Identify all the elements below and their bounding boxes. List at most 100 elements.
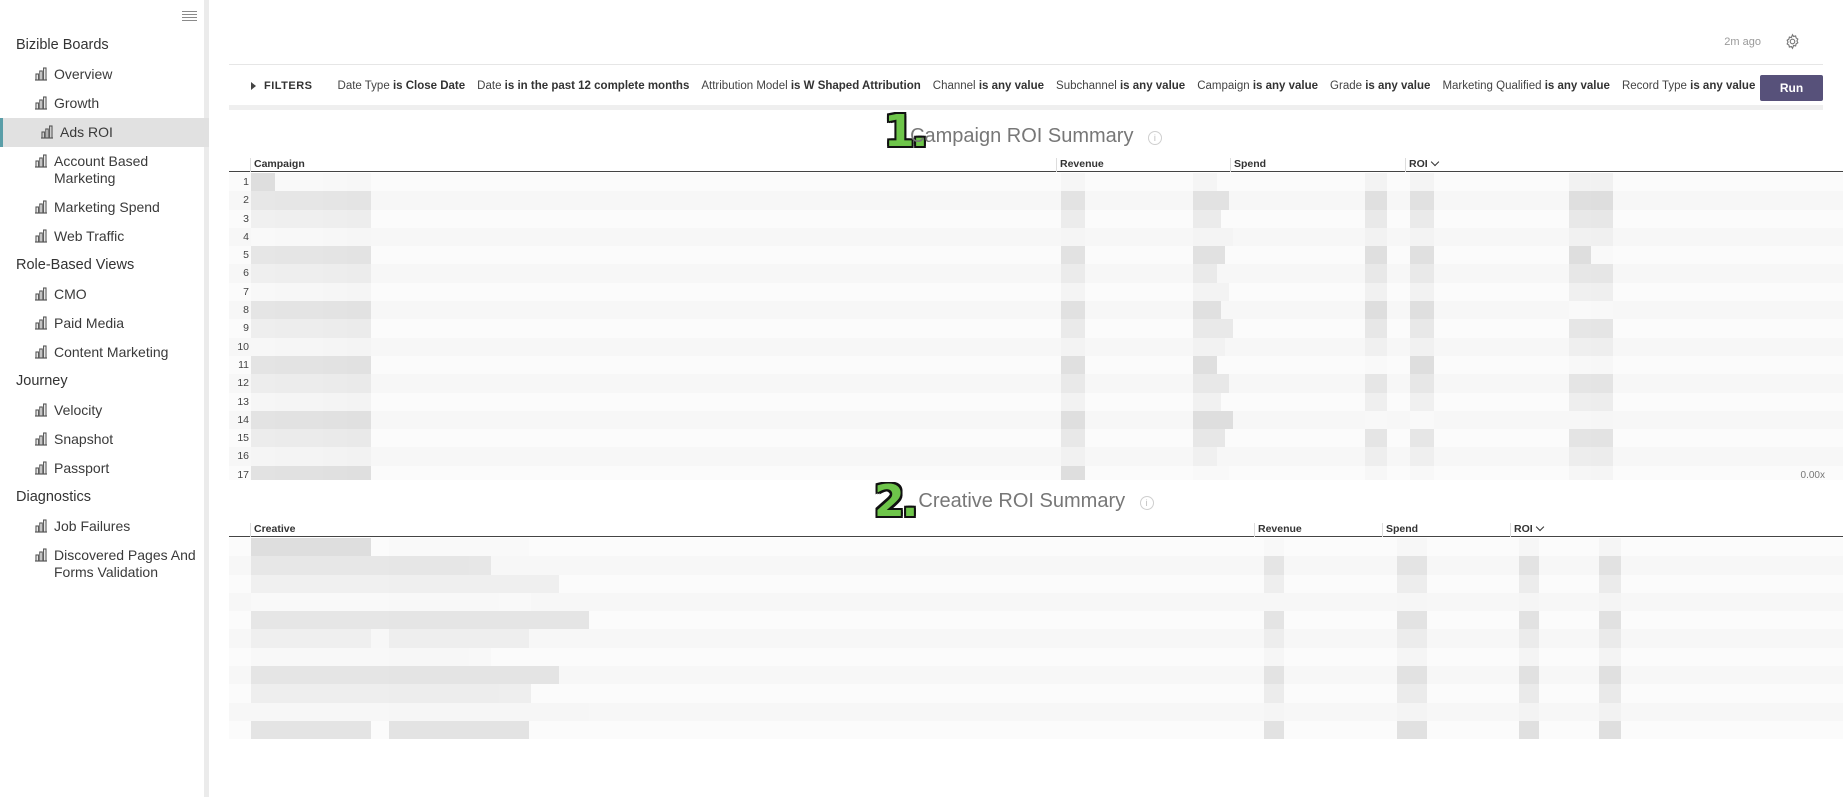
info-icon[interactable]: i (1139, 495, 1154, 510)
table-row[interactable]: 16 (229, 447, 1843, 466)
filter-subchannel[interactable]: Subchannel is any value (1056, 80, 1185, 92)
table-row[interactable]: 2 (229, 191, 1843, 210)
table-row[interactable]: 10 (229, 337, 1843, 356)
table-row[interactable]: 9 (229, 319, 1843, 338)
sidebar-item-label: Marketing Spend (54, 199, 160, 215)
table-row[interactable]: 17 (229, 465, 1843, 480)
table-row[interactable] (229, 647, 1843, 667)
column-header-creative[interactable]: Creative (250, 523, 1254, 537)
table-row[interactable] (229, 684, 1843, 703)
app-root: Bizible Boards Overview Growth Ads ROI Accou… (0, 0, 1843, 797)
row-number: 8 (243, 304, 249, 317)
redacted-cell (1591, 301, 1613, 320)
sidebar-item-ads-roi[interactable]: Ads ROI (0, 118, 209, 147)
redacted-cell (1365, 264, 1387, 283)
redacted-cell (347, 301, 371, 320)
sort-desc-icon (1535, 522, 1544, 532)
table-row[interactable]: 7 (229, 282, 1843, 302)
sidebar-item-content-marketing[interactable]: Content Marketing (0, 338, 209, 367)
sidebar-item-discovered-pages-and-forms-validation[interactable]: Discovered Pages And Forms Validation (0, 541, 209, 587)
sidebar-item-web-traffic[interactable]: Web Traffic (0, 222, 209, 251)
redacted-cell (1410, 301, 1434, 320)
sidebar-item-job-failures[interactable]: Job Failures (0, 512, 209, 541)
creative-rows (229, 538, 1843, 740)
bar-chart-icon (34, 316, 48, 330)
redacted-cell (347, 209, 371, 228)
filter-campaign[interactable]: Campaign is any value (1197, 80, 1318, 92)
redacted-cell (1410, 374, 1434, 393)
redacted-cell (323, 392, 347, 411)
row-number: 17 (237, 468, 249, 480)
filter-record-type[interactable]: Record Type is any value (1622, 80, 1755, 92)
redacted-cell (251, 173, 275, 192)
column-header-roi[interactable]: ROI (1405, 157, 1605, 172)
redacted-cell (1410, 264, 1434, 283)
redacted-cell (1599, 629, 1621, 648)
redacted-cell (251, 301, 275, 320)
redacted-cell (1365, 337, 1387, 356)
table-row[interactable]: 13 (229, 392, 1843, 411)
redacted-cell (389, 702, 589, 721)
sidebar-item-paid-media[interactable]: Paid Media (0, 309, 209, 338)
redacted-cell (1591, 337, 1613, 356)
table-row[interactable]: 14 (229, 410, 1843, 430)
filters-toggle[interactable]: FILTERS (251, 80, 313, 92)
table-row[interactable] (229, 574, 1843, 593)
table-row[interactable]: 5 (229, 246, 1843, 265)
sidebar-item-account-based-marketing[interactable]: Account Based Marketing (0, 147, 209, 193)
table-row[interactable]: 15 (229, 429, 1843, 448)
table-row[interactable]: 4 (229, 227, 1843, 247)
redacted-cell (1365, 429, 1387, 448)
sidebar-item-snapshot[interactable]: Snapshot (0, 425, 209, 454)
table-row[interactable] (229, 556, 1843, 575)
redacted-cell (1264, 720, 1284, 740)
column-header-roi[interactable]: ROI (1510, 522, 1610, 537)
filter-attribution-model[interactable]: Attribution Model is W Shaped Attributio… (701, 80, 920, 92)
table-row[interactable] (229, 666, 1843, 685)
redacted-cell (1061, 392, 1085, 411)
sidebar-item-overview[interactable]: Overview (0, 60, 209, 89)
table-row[interactable]: 6 (229, 264, 1843, 283)
table-row[interactable] (229, 720, 1843, 740)
row-number: 14 (237, 413, 249, 426)
filter-grade[interactable]: Grade is any value (1330, 80, 1430, 92)
sidebar-item-label: Ads ROI (60, 124, 113, 140)
column-header-spend[interactable]: Spend (1230, 158, 1405, 172)
sidebar-item-cmo[interactable]: CMO (0, 280, 209, 309)
sidebar-item-growth[interactable]: Growth (0, 89, 209, 118)
redacted-cell (1061, 319, 1085, 338)
table-row[interactable] (229, 702, 1843, 721)
redacted-cell (1591, 264, 1613, 283)
column-header-spend[interactable]: Spend (1382, 523, 1510, 537)
sidebar-group-title: Journey (16, 373, 68, 389)
table-row[interactable] (229, 592, 1843, 612)
table-row[interactable] (229, 538, 1843, 557)
sidebar-item-velocity[interactable]: Velocity (0, 396, 209, 425)
filter-marketing-qualified[interactable]: Marketing Qualified is any value (1442, 80, 1610, 92)
info-icon[interactable]: i (1147, 130, 1162, 145)
table-row[interactable] (229, 611, 1843, 630)
column-header-revenue[interactable]: Revenue (1254, 523, 1382, 537)
redacted-cell (1599, 574, 1621, 593)
hamburger-icon[interactable] (182, 11, 197, 23)
redacted-cell (347, 355, 371, 375)
filter-value: is any value (1544, 79, 1610, 92)
column-header-revenue[interactable]: Revenue (1056, 158, 1230, 172)
filter-channel[interactable]: Channel is any value (933, 80, 1044, 92)
redacted-cell (1397, 629, 1427, 648)
column-header-campaign[interactable]: Campaign (250, 158, 1056, 172)
redacted-cell (1193, 173, 1217, 192)
table-row[interactable]: 12 (229, 374, 1843, 393)
table-row[interactable]: 3 (229, 209, 1843, 228)
gear-icon[interactable] (1784, 33, 1801, 50)
table-row[interactable]: 1 (229, 173, 1843, 192)
table-row[interactable]: 11 (229, 355, 1843, 375)
table-row[interactable] (229, 629, 1843, 648)
filter-date[interactable]: Date is in the past 12 complete months (477, 80, 689, 92)
run-button[interactable]: Run (1760, 75, 1823, 101)
redacted-cell (347, 465, 371, 480)
table-row[interactable]: 8 (229, 301, 1843, 320)
sidebar-item-passport[interactable]: Passport (0, 454, 209, 483)
filter-date-type[interactable]: Date Type is Close Date (338, 80, 466, 92)
sidebar-item-marketing-spend[interactable]: Marketing Spend (0, 193, 209, 222)
